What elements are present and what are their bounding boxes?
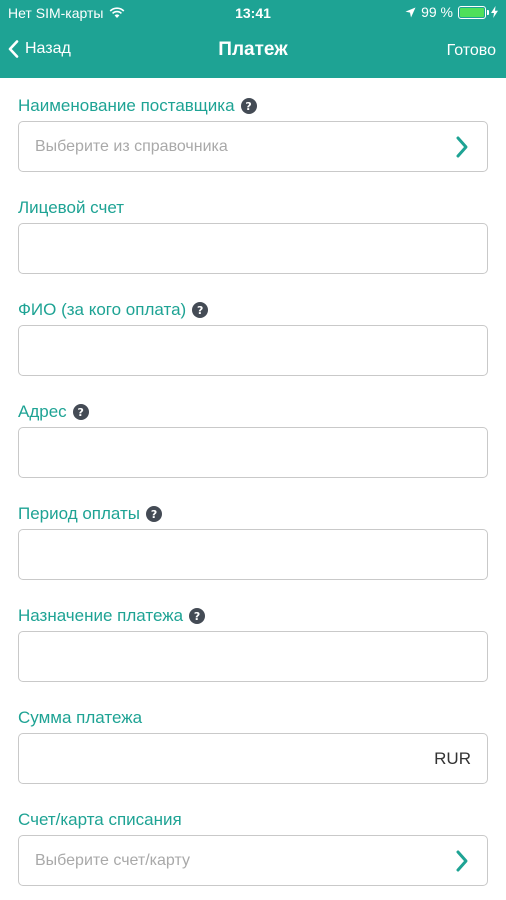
amount-input[interactable]: RUR xyxy=(18,733,488,784)
help-icon[interactable]: ? xyxy=(189,608,206,624)
help-icon[interactable]: ? xyxy=(72,404,89,420)
purpose-label: Назначение платежа xyxy=(18,606,184,625)
debit-card-label: Счет/карта списания xyxy=(18,810,182,829)
battery-icon xyxy=(458,5,489,19)
field-period: Период оплаты ? xyxy=(18,486,488,588)
debit-card-placeholder: Выберите счет/карту xyxy=(35,851,190,869)
period-input[interactable] xyxy=(18,529,488,580)
battery-percent: 99 % xyxy=(421,4,453,20)
field-debit-card: Счет/карта списания Выберите счет/карту xyxy=(18,792,488,894)
chevron-right-icon xyxy=(456,136,468,157)
field-label: Период оплаты ? xyxy=(18,504,163,524)
field-address: Адрес ? xyxy=(18,384,488,486)
field-label: Сумма платежа xyxy=(18,708,142,728)
field-amount: Сумма платежа RUR xyxy=(18,690,488,792)
field-payer-name: ФИО (за кого оплата) ? xyxy=(18,282,488,384)
status-bar: Нет SIM-карты 13:41 99 % xyxy=(0,0,506,26)
help-icon[interactable]: ? xyxy=(192,302,209,318)
field-purpose: Назначение платежа ? xyxy=(18,588,488,690)
location-arrow-icon xyxy=(405,7,416,17)
account-label: Лицевой счет xyxy=(18,198,125,217)
supplier-select[interactable]: Выберите из справочника xyxy=(18,121,488,172)
purpose-input[interactable] xyxy=(18,631,488,682)
debit-card-select[interactable]: Выберите счет/карту xyxy=(18,835,488,886)
amount-label: Сумма платежа xyxy=(18,708,143,727)
field-supplier: Наименование поставщика ? Выберите из сп… xyxy=(18,78,488,180)
chevron-right-icon xyxy=(456,850,468,871)
period-label: Период оплаты xyxy=(18,504,141,523)
done-button[interactable]: Готово xyxy=(447,42,496,60)
field-label: Назначение платежа ? xyxy=(18,606,206,626)
payer-name-input[interactable] xyxy=(18,325,488,376)
payer-name-label: ФИО (за кого оплата) xyxy=(18,300,187,319)
battery-level xyxy=(460,7,484,17)
address-input[interactable] xyxy=(18,427,488,478)
field-label: Лицевой счет xyxy=(18,198,124,218)
field-label: ФИО (за кого оплата) ? xyxy=(18,300,209,320)
field-account: Лицевой счет xyxy=(18,180,488,282)
charging-bolt-icon xyxy=(491,6,498,18)
navigation-bar: Назад Платеж Готово xyxy=(0,26,506,78)
help-icon[interactable]: ? xyxy=(240,98,257,114)
payment-form: Наименование поставщика ? Выберите из сп… xyxy=(18,78,488,894)
field-label: Наименование поставщика ? xyxy=(18,96,257,116)
account-input[interactable] xyxy=(18,223,488,274)
field-label: Счет/карта списания xyxy=(18,810,182,830)
app-header: Нет SIM-карты 13:41 99 % Назад Платеж Го… xyxy=(0,0,506,78)
supplier-label: Наименование поставщика xyxy=(18,96,235,115)
page-title: Платеж xyxy=(218,39,288,60)
supplier-placeholder: Выберите из справочника xyxy=(35,137,228,155)
help-icon[interactable]: ? xyxy=(146,506,163,522)
currency-suffix: RUR xyxy=(434,748,471,768)
field-label: Адрес ? xyxy=(18,402,89,422)
address-label: Адрес xyxy=(18,402,67,421)
